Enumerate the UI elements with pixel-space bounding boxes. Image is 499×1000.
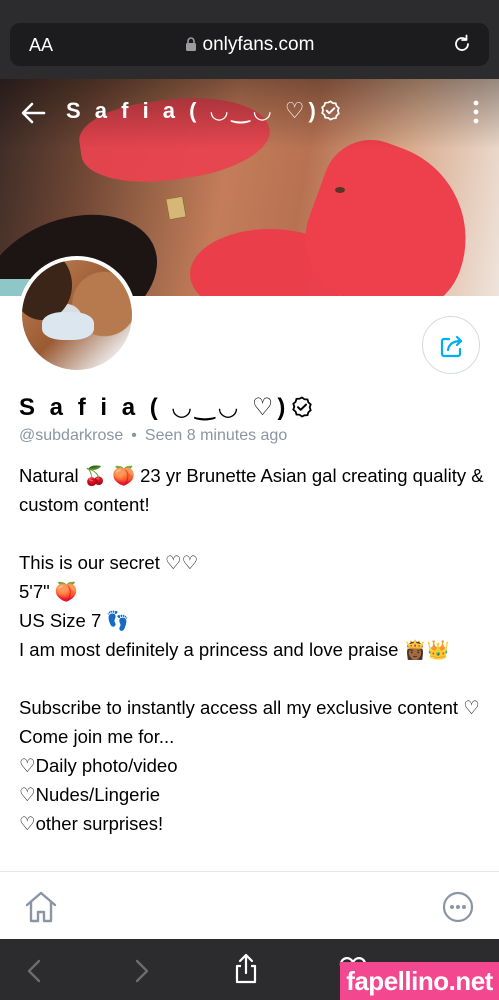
browser-forward-icon[interactable] <box>134 959 150 983</box>
verified-badge-icon <box>292 396 313 418</box>
lock-icon <box>185 37 196 51</box>
profile-meta: @subdarkrose • Seen 8 minutes ago <box>19 427 287 445</box>
watermark: fapellino.net <box>340 962 499 1000</box>
bio-line: ♡Nudes/Lingerie <box>19 784 161 805</box>
url-display[interactable]: onlyfans.com <box>10 34 489 56</box>
verified-badge-icon <box>321 100 340 121</box>
bio-line: Subscribe to instantly access all my exc… <box>19 697 480 718</box>
address-bar[interactable]: AA onlyfans.com <box>10 23 489 66</box>
bio-line <box>19 664 484 693</box>
cover-title-text: S a f i a ( ◡‿◡ ♡) <box>66 98 320 123</box>
bio-line: This is our secret ♡♡ <box>19 552 199 573</box>
bio-line: ♡other surprises! <box>19 813 164 834</box>
bio-line: US Size 7 👣 <box>19 610 130 631</box>
bio-line: Come join me for... <box>19 726 175 747</box>
bio-line <box>19 519 484 548</box>
profile-name-text: S a f i a ( ◡‿◡ ♡) <box>19 394 290 421</box>
share-profile-button[interactable] <box>422 316 480 374</box>
browser-share-icon[interactable] <box>233 953 259 985</box>
share-icon <box>440 335 463 358</box>
bio-line: I am most definitely a princess and love… <box>19 639 450 660</box>
url-text: onlyfans.com <box>202 34 315 55</box>
bio-line: Natural 🍒 🍑 23 yr Brunette Asian gal cre… <box>19 465 484 515</box>
more-options-icon[interactable] <box>471 99 481 125</box>
bio-line: 5'7" 🍑 <box>19 581 78 602</box>
app-bottom-nav <box>0 871 499 939</box>
cover-title: S a f i a ( ◡‿◡ ♡) <box>66 98 341 124</box>
username: @subdarkrose <box>19 427 124 444</box>
avatar[interactable] <box>18 256 136 374</box>
home-icon[interactable] <box>23 890 59 924</box>
more-menu-icon[interactable] <box>441 890 475 924</box>
last-seen: Seen 8 minutes ago <box>144 427 288 444</box>
profile-name: S a f i a ( ◡‿◡ ♡) <box>19 393 313 422</box>
browser-top-bar: AA onlyfans.com <box>0 0 499 79</box>
browser-back-icon[interactable] <box>26 959 42 983</box>
separator-dot: • <box>131 427 137 444</box>
reload-icon[interactable] <box>451 33 473 55</box>
back-arrow-icon[interactable] <box>18 98 48 128</box>
bio-line: ♡Daily photo/video <box>19 755 178 776</box>
profile-bio: Natural 🍒 🍑 23 yr Brunette Asian gal cre… <box>19 461 484 838</box>
